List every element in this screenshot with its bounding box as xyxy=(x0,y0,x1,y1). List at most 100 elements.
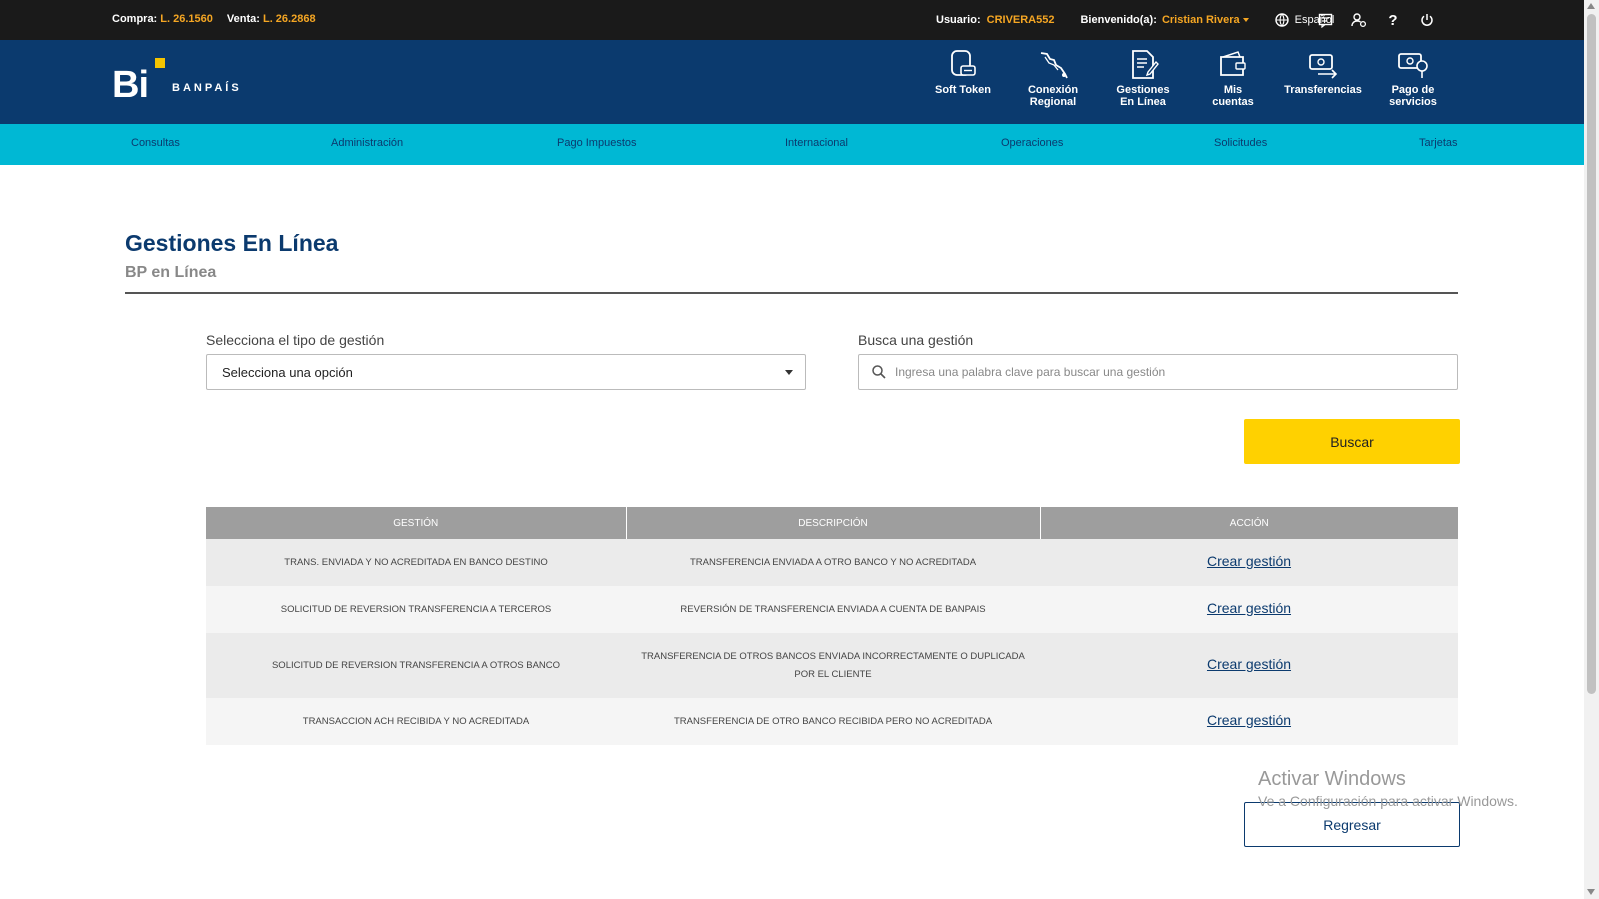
watermark-title: Activar Windows xyxy=(1258,768,1406,790)
logo-mark: Bi xyxy=(112,64,149,106)
online-management-icon xyxy=(1132,50,1159,79)
exchange-rates: Compra: L. 26.1560 Venta: L. 26.2868 xyxy=(112,13,316,25)
column-header-gestion: GESTIÓN xyxy=(206,507,627,539)
nav-label: Transferencias xyxy=(1284,84,1362,96)
menu-item-operaciones[interactable]: Operaciones xyxy=(1001,137,1063,149)
buy-rate-label: Compra: xyxy=(112,13,158,25)
heading-divider xyxy=(125,292,1458,294)
help-icon[interactable]: ? xyxy=(1384,11,1402,29)
service-payment-icon xyxy=(1398,53,1428,78)
column-header-descripcion: DESCRIPCIÓN xyxy=(626,507,1041,539)
nav-label: Pago de xyxy=(1391,84,1435,96)
user-area: Usuario: CRIVERA552 Bienvenido(a): Cristi… xyxy=(936,13,1334,27)
dropdown-arrow-icon xyxy=(785,370,793,375)
menu-item-administracion[interactable]: Administración xyxy=(331,137,403,149)
cell-descripcion: TRANSFERENCIA DE OTRO BANCO RECIBIDA PER… xyxy=(626,698,1040,745)
search-label: Busca una gestión xyxy=(858,332,974,348)
menu-item-pago-impuestos[interactable]: Pago Impuestos xyxy=(557,137,637,149)
create-gestion-link[interactable]: Crear gestión xyxy=(1207,553,1291,569)
table-header-row: GESTIÓN DESCRIPCIÓN ACCIÓN xyxy=(206,507,1458,539)
transfer-icon xyxy=(1309,54,1338,79)
nav-label: Gestiones xyxy=(1116,84,1170,96)
type-select[interactable]: Selecciona una opción xyxy=(206,354,806,390)
table-row: TRANS. ENVIADA Y NO ACREDITADA EN BANCO … xyxy=(206,539,1458,586)
wallet-icon xyxy=(1220,51,1246,76)
nav-my-accounts[interactable]: Mis cuentas xyxy=(1188,48,1278,114)
nav-label: Soft Token xyxy=(934,84,991,96)
welcome-name: Cristian Rivera xyxy=(1161,14,1240,26)
sell-rate-value: L. 26.2868 xyxy=(262,13,316,25)
cell-gestion: SOLICITUD DE REVERSION TRANSFERENCIA A T… xyxy=(206,586,626,633)
search-field xyxy=(858,354,1458,390)
nav-label: Mis xyxy=(1223,84,1243,96)
user-settings-icon[interactable] xyxy=(1350,11,1368,29)
nav-online-management[interactable]: Gestiones En Línea xyxy=(1098,48,1188,114)
buy-rate: Compra: L. 26.1560 xyxy=(112,13,213,25)
cell-descripcion: REVERSIÓN DE TRANSFERENCIA ENVIADA A CUE… xyxy=(626,586,1040,633)
header-nav: Soft Token Conexión Regional Gestiones E… xyxy=(918,48,1458,114)
banpais-logo[interactable]: Bi BANPAÍS xyxy=(112,58,252,106)
type-select-value: Selecciona una opción xyxy=(222,365,353,380)
table-row: SOLICITUD DE REVERSION TRANSFERENCIA A T… xyxy=(206,586,1458,633)
nav-label-2: cuentas xyxy=(1212,96,1254,108)
menu-item-solicitudes[interactable]: Solicitudes xyxy=(1214,137,1267,149)
scroll-up-icon[interactable] xyxy=(1587,3,1595,9)
scroll-down-icon[interactable] xyxy=(1587,889,1595,895)
buy-rate-value: L. 26.1560 xyxy=(160,13,213,25)
logo-name: BANPAÍS xyxy=(172,82,242,94)
cell-accion: Crear gestión xyxy=(1040,698,1458,745)
sell-rate: Venta: L. 26.2868 xyxy=(227,13,316,25)
regional-connection-icon xyxy=(1040,52,1068,79)
cell-accion: Crear gestión xyxy=(1040,586,1458,633)
cell-accion: Crear gestión xyxy=(1040,633,1458,698)
menu-item-internacional[interactable]: Internacional xyxy=(785,137,848,149)
logo-square xyxy=(155,58,165,68)
menu-item-tarjetas[interactable]: Tarjetas xyxy=(1419,137,1458,149)
menu-item-consultas[interactable]: Consultas xyxy=(131,137,180,149)
table-row: TRANSACCION ACH RECIBIDA Y NO ACREDITADA… xyxy=(206,698,1458,745)
sell-rate-label: Venta: xyxy=(226,13,260,25)
column-header-accion: ACCIÓN xyxy=(1040,507,1458,539)
nav-service-payment[interactable]: Pago de servicios xyxy=(1368,48,1458,114)
search-input[interactable] xyxy=(895,355,1445,389)
welcome-label: Bienvenido(a): xyxy=(1080,14,1157,26)
nav-regional-connection[interactable]: Conexión Regional xyxy=(1008,48,1098,114)
soft-token-icon xyxy=(951,50,976,76)
type-label: Selecciona el tipo de gestión xyxy=(206,332,385,348)
nav-label-2: Regional xyxy=(1029,96,1077,108)
user-info: Usuario: CRIVERA552 xyxy=(936,14,1054,26)
nav-transfers[interactable]: Transferencias xyxy=(1278,48,1368,114)
caret-down-icon xyxy=(1242,18,1249,23)
top-icons: ? xyxy=(1316,11,1436,29)
gestiones-table: GESTIÓN DESCRIPCIÓN ACCIÓN TRANS. ENVIAD… xyxy=(206,507,1458,745)
cell-accion: Crear gestión xyxy=(1040,539,1458,586)
cell-gestion: SOLICITUD DE REVERSION TRANSFERENCIA A O… xyxy=(206,633,626,698)
vertical-scrollbar[interactable] xyxy=(1584,0,1599,899)
nav-label-2: En Línea xyxy=(1120,96,1166,108)
nav-label-2: servicios xyxy=(1389,96,1437,108)
top-bar: Compra: L. 26.1560 Venta: L. 26.2868 Usu… xyxy=(0,0,1584,40)
cell-gestion: TRANS. ENVIADA Y NO ACREDITADA EN BANCO … xyxy=(206,539,626,586)
back-button[interactable]: Regresar xyxy=(1244,802,1460,847)
search-button[interactable]: Buscar xyxy=(1244,419,1460,464)
user-label: Usuario: xyxy=(936,14,981,26)
message-icon[interactable] xyxy=(1316,11,1334,29)
user-value: CRIVERA552 xyxy=(986,14,1055,26)
welcome-menu[interactable]: Bienvenido(a): Cristian Rivera xyxy=(1080,14,1249,26)
search-icon xyxy=(872,365,886,379)
globe-icon xyxy=(1274,13,1289,27)
create-gestion-link[interactable]: Crear gestión xyxy=(1207,656,1291,672)
cell-descripcion: TRANSFERENCIA ENVIADA A OTRO BANCO Y NO … xyxy=(626,539,1040,586)
menu-bar: Consultas Administración Pago Impuestos … xyxy=(0,124,1584,165)
power-icon[interactable] xyxy=(1418,11,1436,29)
nav-label: Conexión xyxy=(1027,84,1079,96)
app-root: Compra: L. 26.1560 Venta: L. 26.2868 Usu… xyxy=(0,0,1599,899)
scrollbar-thumb[interactable] xyxy=(1587,14,1596,694)
page-title: Gestiones En Línea xyxy=(125,230,339,256)
create-gestion-link[interactable]: Crear gestión xyxy=(1207,600,1291,616)
cell-gestion: TRANSACCION ACH RECIBIDA Y NO ACREDITADA xyxy=(206,698,626,745)
main-header: Bi BANPAÍS Soft Token Conexión Regional … xyxy=(0,40,1584,124)
create-gestion-link[interactable]: Crear gestión xyxy=(1207,712,1291,728)
table-row: SOLICITUD DE REVERSION TRANSFERENCIA A O… xyxy=(206,633,1458,698)
nav-soft-token[interactable]: Soft Token xyxy=(918,48,1008,114)
